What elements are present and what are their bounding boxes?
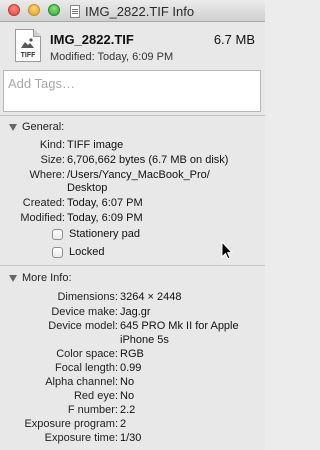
window-title: IMG_2822.TIF Info [85,3,195,19]
row-value: 6,706,662 bytes (6.7 MB on disk) [67,154,229,166]
row-key: F number: [67,404,118,416]
more-info-row: Device make: Jag.gr [0,306,265,320]
row-key: Exposure program: [24,418,118,430]
row-value: Jag.gr [120,306,151,318]
general-row: Desktop [0,182,265,196]
row-value: No [120,376,135,388]
row-key: Modified: [20,212,65,224]
row-value: 2.2 [120,404,136,416]
row-value: Today, 6:07 PM [67,197,143,209]
row-value: No [120,390,135,402]
row-value: 3264 × 2448 [120,291,182,303]
stationery-pad-label: Stationery pad [69,228,140,240]
row-key: Device model: [48,320,118,332]
minimize-button[interactable] [28,4,40,16]
row-value: /Users/Yancy_MacBook_Pro/ [67,169,210,181]
more-info-row: Alpha channel: No [0,376,265,390]
row-key: Color space: [56,348,118,360]
row-key: Created: [22,197,65,209]
locked-checkbox[interactable]: Locked [52,245,104,259]
file-name: IMG_2822.TIF [50,32,134,47]
general-row: Kind: TIFF image [0,139,265,153]
general-section-title: General: [22,121,65,133]
more-info-section-title: More Info: [22,272,72,284]
more-info-row: Exposure time: 1/30 [0,432,265,446]
more-info-row: Color space: RGB [0,348,265,362]
divider [0,265,265,266]
row-key: Alpha channel: [45,376,118,388]
more-info-row: F number: 2.2 [0,404,265,418]
row-value: iPhone 5s [120,334,169,346]
row-key: Kind: [39,139,65,151]
row-value: Today, 6:09 PM [67,212,143,224]
row-value: 0.99 [120,362,142,374]
row-key: Dimensions: [57,291,118,303]
checkbox-box[interactable] [52,228,63,240]
document-icon [70,4,80,18]
file-header: TIFF IMG_2822.TIF 6.7 MB Modified: Today… [0,22,265,72]
general-row: Size: 6,706,662 bytes (6.7 MB on disk) [0,154,265,168]
more-info-section-toggle[interactable]: More Info: [9,271,72,285]
tags-placeholder: Add Tags… [8,76,75,91]
row-key: Where: [29,169,65,181]
row-value: 645 PRO Mk II for Apple [120,320,239,332]
row-key: Red eye: [73,390,118,402]
row-key: Focal length: [55,362,118,374]
tags-field[interactable]: Add Tags… [3,70,261,112]
disclosure-triangle-icon[interactable] [9,274,17,282]
general-section-toggle[interactable]: General: [9,120,64,134]
more-info-row: iPhone 5s [0,334,265,348]
general-row: Modified: Today, 6:09 PM [0,212,265,226]
row-value: TIFF image [67,139,124,151]
modified-date: Modified: Today, 6:09 PM [50,51,174,63]
locked-label: Locked [69,246,105,258]
file-size: 6.7 MB [213,32,255,47]
row-value: 1/30 [120,432,142,444]
more-info-row: Device model: 645 PRO Mk II for Apple [0,320,265,334]
row-value: 2 [120,418,127,430]
file-icon-ext: TIFF [20,52,36,59]
checkbox-box[interactable] [52,246,63,258]
more-info-row: Dimensions: 3264 × 2448 [0,291,265,305]
general-row: Created: Today, 6:07 PM [0,197,265,211]
close-button[interactable] [8,4,20,16]
more-info-row: Exposure program: 2 [0,418,265,432]
disclosure-triangle-icon[interactable] [9,123,17,131]
stationery-pad-checkbox[interactable]: Stationery pad [52,227,140,241]
divider [0,115,265,116]
row-key: Exposure time: [44,432,118,444]
row-key: Size: [40,154,65,166]
more-info-row: Red eye: No [0,390,265,404]
window-title-group: IMG_2822.TIF Info [70,3,194,19]
row-value: Desktop [67,182,108,194]
more-info-row: Focal length: 0.99 [0,362,265,376]
zoom-button[interactable] [48,4,60,16]
info-window: IMG_2822.TIF Info TIFF IMG_2822.TIF 6.7 … [0,0,265,450]
row-key: Device make: [51,306,118,318]
tiff-file-icon: TIFF [15,29,41,62]
title-bar[interactable]: IMG_2822.TIF Info [0,0,265,22]
mouse-pointer-icon [221,241,233,260]
general-row: Where: /Users/Yancy_MacBook_Pro/ [0,169,265,183]
row-value: RGB [120,348,144,360]
